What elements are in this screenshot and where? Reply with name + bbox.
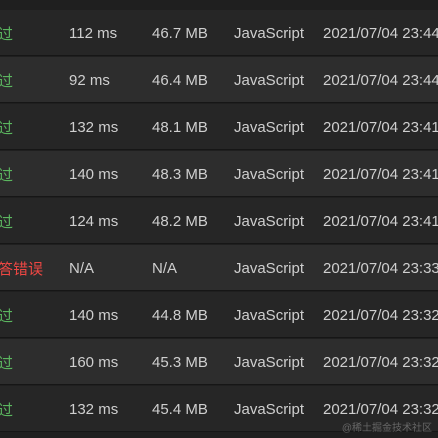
runtime-value: N/A (69, 259, 95, 277)
runtime-value: 140 ms (69, 306, 119, 324)
table-row[interactable]: 过 132 ms 48.1 MB JavaScript 2021/07/04 2… (0, 104, 438, 150)
status-label[interactable]: 过 (0, 211, 13, 232)
row-divider (0, 102, 438, 103)
row-divider (0, 243, 438, 244)
runtime-value: 132 ms (69, 118, 119, 136)
table-row[interactable]: 过 160 ms 45.3 MB JavaScript 2021/07/04 2… (0, 339, 438, 385)
language-value: JavaScript (234, 259, 305, 277)
language-value: JavaScript (234, 306, 305, 324)
memory-value: 48.1 MB (152, 118, 208, 136)
row-divider (0, 290, 438, 291)
language-value: JavaScript (234, 165, 305, 183)
submitted-time: 2021/07/04 23:44 (323, 71, 438, 89)
runtime-value: 112 ms (69, 24, 118, 42)
runtime-value: 160 ms (69, 353, 119, 371)
status-label[interactable]: 过 (0, 399, 13, 420)
status-label[interactable]: 过 (0, 70, 13, 91)
memory-value: 48.3 MB (152, 165, 208, 183)
row-divider (0, 337, 438, 338)
table-row[interactable]: 过 112 ms 46.7 MB JavaScript 2021/07/04 2… (0, 10, 438, 56)
memory-value: 48.2 MB (152, 212, 208, 230)
status-label[interactable]: 过 (0, 164, 13, 185)
language-value: JavaScript (234, 24, 305, 42)
row-divider (0, 55, 438, 56)
row-divider (0, 196, 438, 197)
table-row[interactable]: 过 92 ms 46.4 MB JavaScript 2021/07/04 23… (0, 57, 438, 103)
table-row[interactable]: 答错误 N/A N/A JavaScript 2021/07/04 23:33 (0, 245, 438, 291)
watermark: @稀土掘金技术社区 (341, 423, 432, 434)
table-row[interactable]: 过 140 ms 44.8 MB JavaScript 2021/07/04 2… (0, 292, 438, 338)
table-row[interactable]: 过 140 ms 48.3 MB JavaScript 2021/07/04 2… (0, 151, 438, 197)
memory-value: 46.4 MB (152, 71, 208, 89)
row-divider (0, 384, 438, 385)
submitted-time: 2021/07/04 23:33 (323, 259, 438, 277)
runtime-value: 124 ms (69, 212, 119, 230)
submitted-time: 2021/07/04 23:41 (323, 165, 438, 183)
runtime-value: 132 ms (69, 400, 119, 418)
memory-value: 45.4 MB (152, 400, 208, 418)
submitted-time: 2021/07/04 23:32 (323, 400, 438, 418)
submitted-time: 2021/07/04 23:32 (323, 306, 438, 324)
runtime-value: 92 ms (69, 71, 110, 89)
submitted-time: 2021/07/04 23:44 (323, 24, 438, 42)
submitted-time: 2021/07/04 23:41 (323, 118, 438, 136)
row-divider (0, 149, 438, 150)
language-value: JavaScript (234, 400, 305, 418)
memory-value: 46.7 MB (152, 24, 208, 42)
status-label[interactable]: 答错误 (0, 258, 43, 279)
status-label[interactable]: 过 (0, 117, 13, 138)
submitted-time: 2021/07/04 23:32 (323, 353, 438, 371)
status-label[interactable]: 过 (0, 305, 13, 326)
language-value: JavaScript (234, 353, 305, 371)
status-label[interactable]: 过 (0, 352, 13, 373)
submissions-table: 过 112 ms 46.7 MB JavaScript 2021/07/04 2… (0, 0, 438, 438)
language-value: JavaScript (234, 212, 305, 230)
submitted-time: 2021/07/04 23:41 (323, 212, 438, 230)
runtime-value: 140 ms (69, 165, 119, 183)
memory-value: 45.3 MB (152, 353, 208, 371)
language-value: JavaScript (234, 71, 305, 89)
language-value: JavaScript (234, 118, 305, 136)
memory-value: 44.8 MB (152, 306, 208, 324)
status-label[interactable]: 过 (0, 23, 13, 44)
memory-value: N/A (152, 259, 178, 277)
table-row[interactable]: 过 124 ms 48.2 MB JavaScript 2021/07/04 2… (0, 198, 438, 244)
